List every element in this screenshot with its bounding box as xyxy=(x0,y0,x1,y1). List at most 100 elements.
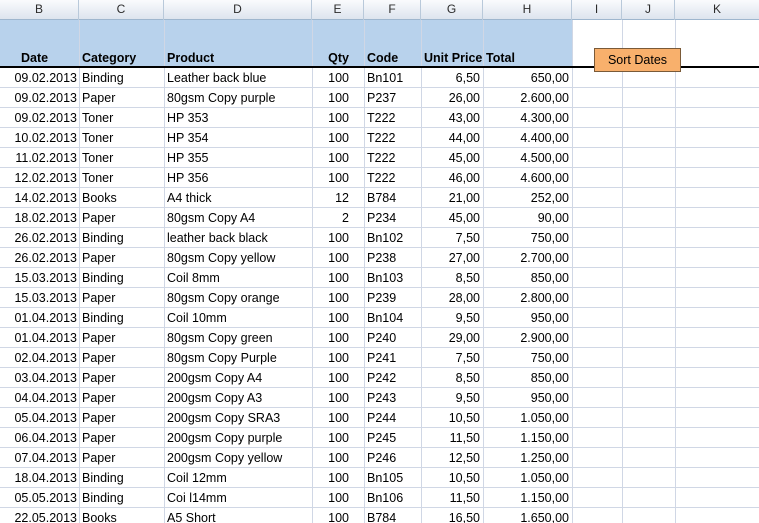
cell-unit-price[interactable]: 43,00 xyxy=(421,108,480,128)
cell-category[interactable]: Toner xyxy=(82,148,162,168)
cell-unit-price[interactable]: 11,50 xyxy=(421,488,480,508)
header-date[interactable]: Date xyxy=(21,50,77,66)
cell-unit-price[interactable]: 10,50 xyxy=(421,468,480,488)
cell-product[interactable]: 80gsm Copy orange xyxy=(167,288,310,308)
cell-qty[interactable]: 100 xyxy=(312,328,349,348)
cell-code[interactable]: T222 xyxy=(367,108,419,128)
cell-unit-price[interactable]: 8,50 xyxy=(421,268,480,288)
cell-code[interactable]: Bn102 xyxy=(367,228,419,248)
header-product[interactable]: Product xyxy=(167,50,307,66)
cell-product[interactable]: leather back black xyxy=(167,228,310,248)
cell-total[interactable]: 2.800,00 xyxy=(483,288,569,308)
cell-unit-price[interactable]: 29,00 xyxy=(421,328,480,348)
cell-qty[interactable]: 100 xyxy=(312,228,349,248)
header-total[interactable]: Total xyxy=(486,50,566,66)
column-header-i[interactable]: I xyxy=(572,0,622,20)
cell-code[interactable]: B784 xyxy=(367,508,419,523)
cell-total[interactable]: 2.600,00 xyxy=(483,88,569,108)
cell-total[interactable]: 750,00 xyxy=(483,228,569,248)
cell-total[interactable]: 1.050,00 xyxy=(483,408,569,428)
cell-qty[interactable]: 100 xyxy=(312,68,349,88)
cell-product[interactable]: 200gsm Copy A4 xyxy=(167,368,310,388)
cell-code[interactable]: P238 xyxy=(367,248,419,268)
cell-category[interactable]: Paper xyxy=(82,328,162,348)
cell-qty[interactable]: 100 xyxy=(312,348,349,368)
cell-date[interactable]: 09.02.2013 xyxy=(2,88,77,108)
cell-qty[interactable]: 100 xyxy=(312,408,349,428)
cell-code[interactable]: P239 xyxy=(367,288,419,308)
cell-code[interactable]: T222 xyxy=(367,168,419,188)
cell-unit-price[interactable]: 7,50 xyxy=(421,348,480,368)
cell-unit-price[interactable]: 44,00 xyxy=(421,128,480,148)
cell-qty[interactable]: 100 xyxy=(312,288,349,308)
cell-date[interactable]: 06.04.2013 xyxy=(2,428,77,448)
cell-unit-price[interactable]: 28,00 xyxy=(421,288,480,308)
cell-total[interactable]: 750,00 xyxy=(483,348,569,368)
cell-total[interactable]: 1.250,00 xyxy=(483,448,569,468)
cell-product[interactable]: HP 355 xyxy=(167,148,310,168)
cell-category[interactable]: Paper xyxy=(82,388,162,408)
cell-qty[interactable]: 100 xyxy=(312,268,349,288)
cell-category[interactable]: Paper xyxy=(82,448,162,468)
cell-unit-price[interactable]: 21,00 xyxy=(421,188,480,208)
header-category[interactable]: Category xyxy=(82,50,162,66)
cell-date[interactable]: 15.03.2013 xyxy=(2,288,77,308)
cell-qty[interactable]: 100 xyxy=(312,368,349,388)
cell-unit-price[interactable]: 46,00 xyxy=(421,168,480,188)
cell-total[interactable]: 4.400,00 xyxy=(483,128,569,148)
cell-code[interactable]: P242 xyxy=(367,368,419,388)
cell-date[interactable]: 01.04.2013 xyxy=(2,308,77,328)
cell-category[interactable]: Binding xyxy=(82,468,162,488)
cell-qty[interactable]: 100 xyxy=(312,108,349,128)
cell-product[interactable]: HP 356 xyxy=(167,168,310,188)
cell-total[interactable]: 4.600,00 xyxy=(483,168,569,188)
cell-category[interactable]: Paper xyxy=(82,408,162,428)
cell-unit-price[interactable]: 9,50 xyxy=(421,388,480,408)
cell-qty[interactable]: 100 xyxy=(312,248,349,268)
cell-qty[interactable]: 100 xyxy=(312,168,349,188)
cell-product[interactable]: HP 354 xyxy=(167,128,310,148)
cell-product[interactable]: 200gsm Copy A3 xyxy=(167,388,310,408)
cell-unit-price[interactable]: 10,50 xyxy=(421,408,480,428)
cell-unit-price[interactable]: 8,50 xyxy=(421,368,480,388)
cell-total[interactable]: 2.700,00 xyxy=(483,248,569,268)
header-code[interactable]: Code xyxy=(367,50,419,66)
cell-category[interactable]: Paper xyxy=(82,88,162,108)
cell-category[interactable]: Binding xyxy=(82,268,162,288)
cell-date[interactable]: 01.04.2013 xyxy=(2,328,77,348)
cell-unit-price[interactable]: 7,50 xyxy=(421,228,480,248)
cell-category[interactable]: Paper xyxy=(82,208,162,228)
cell-date[interactable]: 07.04.2013 xyxy=(2,448,77,468)
cell-code[interactable]: Bn106 xyxy=(367,488,419,508)
cell-product[interactable]: 80gsm Copy purple xyxy=(167,88,310,108)
cell-code[interactable]: P245 xyxy=(367,428,419,448)
cell-date[interactable]: 18.02.2013 xyxy=(2,208,77,228)
cell-product[interactable]: 200gsm Copy yellow xyxy=(167,448,310,468)
cell-product[interactable]: Coil 8mm xyxy=(167,268,310,288)
cell-date[interactable]: 09.02.2013 xyxy=(2,68,77,88)
cell-total[interactable]: 4.500,00 xyxy=(483,148,569,168)
cell-unit-price[interactable]: 12,50 xyxy=(421,448,480,468)
column-header-g[interactable]: G xyxy=(421,0,483,20)
cell-total[interactable]: 850,00 xyxy=(483,268,569,288)
cell-product[interactable]: Coi l14mm xyxy=(167,488,310,508)
cell-code[interactable]: Bn101 xyxy=(367,68,419,88)
cell-code[interactable]: Bn103 xyxy=(367,268,419,288)
cell-date[interactable]: 26.02.2013 xyxy=(2,248,77,268)
cell-qty[interactable]: 100 xyxy=(312,388,349,408)
cell-code[interactable]: P237 xyxy=(367,88,419,108)
cell-unit-price[interactable]: 45,00 xyxy=(421,208,480,228)
cell-qty[interactable]: 12 xyxy=(312,188,349,208)
cell-code[interactable]: P246 xyxy=(367,448,419,468)
cell-product[interactable]: A5 Short xyxy=(167,508,310,523)
cell-unit-price[interactable]: 6,50 xyxy=(421,68,480,88)
cell-code[interactable]: P234 xyxy=(367,208,419,228)
cell-date[interactable]: 22.05.2013 xyxy=(2,508,77,523)
cell-category[interactable]: Toner xyxy=(82,168,162,188)
cell-date[interactable]: 05.04.2013 xyxy=(2,408,77,428)
spreadsheet-grid[interactable]: Date Category Product Qty Code Unit Pric… xyxy=(0,20,759,523)
cell-qty[interactable]: 2 xyxy=(312,208,349,228)
cell-qty[interactable]: 100 xyxy=(312,148,349,168)
cell-date[interactable]: 11.02.2013 xyxy=(2,148,77,168)
header-qty[interactable]: Qty xyxy=(312,50,349,66)
